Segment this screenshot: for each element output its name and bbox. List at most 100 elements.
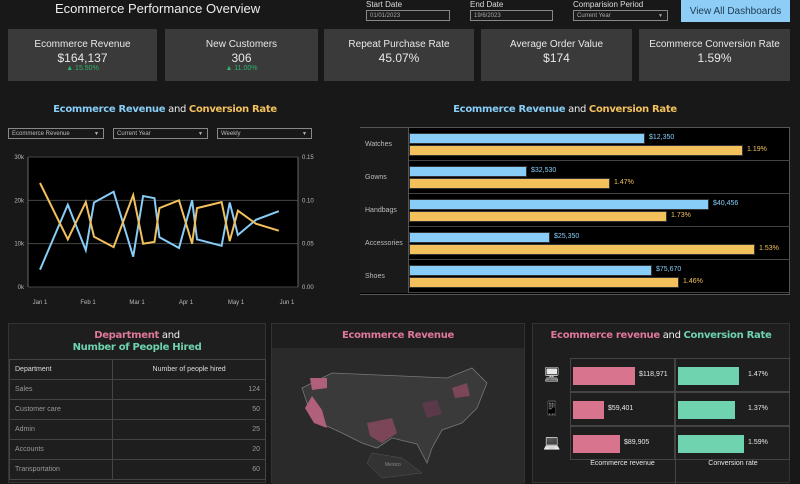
table-cell: Accounts [8, 439, 114, 460]
bar-row: Handbags $40,456 1.73% [360, 194, 790, 227]
category-label: Gowns [360, 161, 409, 194]
revenue-bar [409, 199, 709, 210]
column-header: Department [8, 359, 114, 380]
device-conversion-bar [678, 435, 744, 453]
title-part: Conversion Rate [588, 104, 677, 115]
table-header-row: Department Number of people hired [8, 359, 266, 380]
bar-chart-title: Ecommerce Revenue and Conversion Rate [400, 104, 730, 115]
end-date-label: End Date [470, 0, 504, 9]
us-revenue-map[interactable]: Mexico [272, 348, 524, 484]
map-panel: Ecommerce Revenue Mexico [271, 323, 525, 484]
y-left-tick: 0k [18, 285, 25, 291]
y-left-tick: 10k [14, 242, 25, 248]
bar-row: Gowns $32,530 1.47% [360, 161, 790, 194]
revenue-cell: $59,401 [570, 392, 675, 426]
title-part: Ecommerce Revenue [53, 104, 166, 115]
map-title: Ecommerce Revenue [341, 330, 455, 341]
conversion-cell: 1.59% [675, 426, 790, 460]
chevron-down-icon: ▼ [302, 131, 307, 137]
y-right-tick: 0.15 [302, 155, 314, 161]
comparison-period-select[interactable]: Current Year ▼ [573, 10, 668, 21]
view-all-dashboards-button[interactable]: View All Dashboards [681, 0, 790, 22]
title-part: Conversion Rate [683, 330, 772, 341]
kpi-card: Ecommerce Conversion Rate 1.59% [639, 29, 790, 81]
kpi-label: Repeat Purchase Rate [348, 39, 450, 50]
y-right-tick: 0.05 [302, 242, 314, 248]
kpi-value: $174 [543, 51, 570, 65]
metric-dropdown[interactable]: Ecommerce Revenue ▼ [8, 128, 104, 139]
table-cell: Admin [8, 419, 114, 440]
chevron-down-icon: ▼ [94, 131, 99, 137]
desktop-icon: 🖥 [543, 366, 561, 382]
title-part: Conversion Rate [188, 104, 277, 115]
column-label: Conversion rate [675, 460, 790, 484]
y-right-tick: 0.00 [302, 285, 314, 291]
bar-value-label: 1.47% [614, 179, 634, 186]
device-panel: Ecommerce revenue and Conversion Rate 🖥 … [532, 323, 790, 484]
conversion-cell: 1.47% [675, 358, 790, 392]
bar-value-label: $12,350 [649, 134, 675, 141]
bar-value-label: $25,350 [554, 233, 580, 240]
bar-value-label: $75,670 [656, 266, 682, 273]
x-tick: Jan 1 [33, 300, 48, 306]
category-bar-chart: Watches $12,350 1.19% Gowns $32,530 1.47% … [360, 127, 790, 295]
bar-value-label: 1.46% [683, 278, 703, 285]
kpi-delta: ▲ 15.50% [66, 65, 99, 72]
conversion-bar [409, 145, 743, 156]
bar-row: Watches $12,350 1.19% [360, 128, 790, 161]
category-label: Handbags [360, 194, 409, 227]
bar-value-label: $32,530 [531, 167, 557, 174]
line-chart: 0k 0.00 10k 0.05 20k 0.10 30k 0.15 Jan 1 Feb 1 Mar… [14, 155, 314, 306]
table-cell: Sales [8, 379, 114, 400]
conversion-bar [409, 178, 610, 189]
device-panel-title: Ecommerce revenue and Conversion Rate [533, 330, 789, 341]
kpi-value: $164,137 [57, 51, 108, 65]
comparison-value: Current Year [577, 13, 611, 19]
table-row: Transportation 60 [8, 459, 266, 480]
bar-value-label: 1.73% [671, 212, 691, 219]
x-tick: Mar 1 [129, 300, 145, 306]
department-panel: Department and Number of People Hired De… [8, 323, 266, 483]
category-label: Watches [360, 128, 409, 161]
revenue-bar [409, 166, 527, 177]
kpi-card: Average Order Value $174 [481, 29, 632, 81]
table-row: Accounts 20 [8, 439, 266, 460]
table-cell: 60 [112, 459, 266, 480]
dropdown-value: Current Year [117, 131, 151, 137]
revenue-bar [409, 232, 550, 243]
dropdown-value: Ecommerce Revenue [12, 131, 70, 137]
kpi-value: 45.07% [378, 51, 420, 65]
device-revenue-bar [573, 367, 635, 385]
y-right-tick: 0.10 [302, 198, 314, 204]
y-left-tick: 20k [14, 198, 25, 204]
title-part: and [565, 104, 589, 115]
end-date-input[interactable]: 19/6/2023 [470, 10, 553, 21]
laptop-icon: 💻 [543, 434, 561, 450]
start-date-input[interactable]: 01/01/2023 [366, 10, 450, 21]
granularity-dropdown[interactable]: Weekly ▼ [217, 128, 312, 139]
table-row: Sales 124 [8, 379, 266, 400]
chevron-down-icon: ▼ [658, 13, 663, 19]
revenue-bar [409, 133, 645, 144]
bar-value-label: 1.37% [748, 405, 768, 412]
revenue-bar [409, 265, 652, 276]
page-title: Ecommerce Performance Overview [55, 1, 261, 16]
conversion-bar [409, 277, 679, 288]
bar-value-label: 1.19% [747, 146, 767, 153]
bar-value-label: $40,456 [713, 200, 739, 207]
category-label: Shoes [360, 260, 409, 293]
department-table: Department Number of people hired Sales 124… [8, 359, 266, 480]
table-cell: 124 [112, 379, 266, 400]
table-cell: 50 [112, 399, 266, 420]
comparison-label: Comparision Period [573, 0, 644, 9]
period-dropdown[interactable]: Current Year ▼ [113, 128, 208, 139]
bar-value-label: $89,905 [624, 439, 650, 446]
device-conversion-bar [678, 401, 735, 419]
state-washington [310, 378, 327, 390]
device-revenue-bar [573, 435, 620, 453]
department-panel-title: Department and Number of People Hired [9, 330, 265, 354]
title-part: and [159, 330, 180, 341]
start-date-label: Start Date [366, 0, 403, 9]
x-tick: Jun 1 [280, 300, 295, 306]
x-tick: Feb 1 [80, 300, 96, 306]
